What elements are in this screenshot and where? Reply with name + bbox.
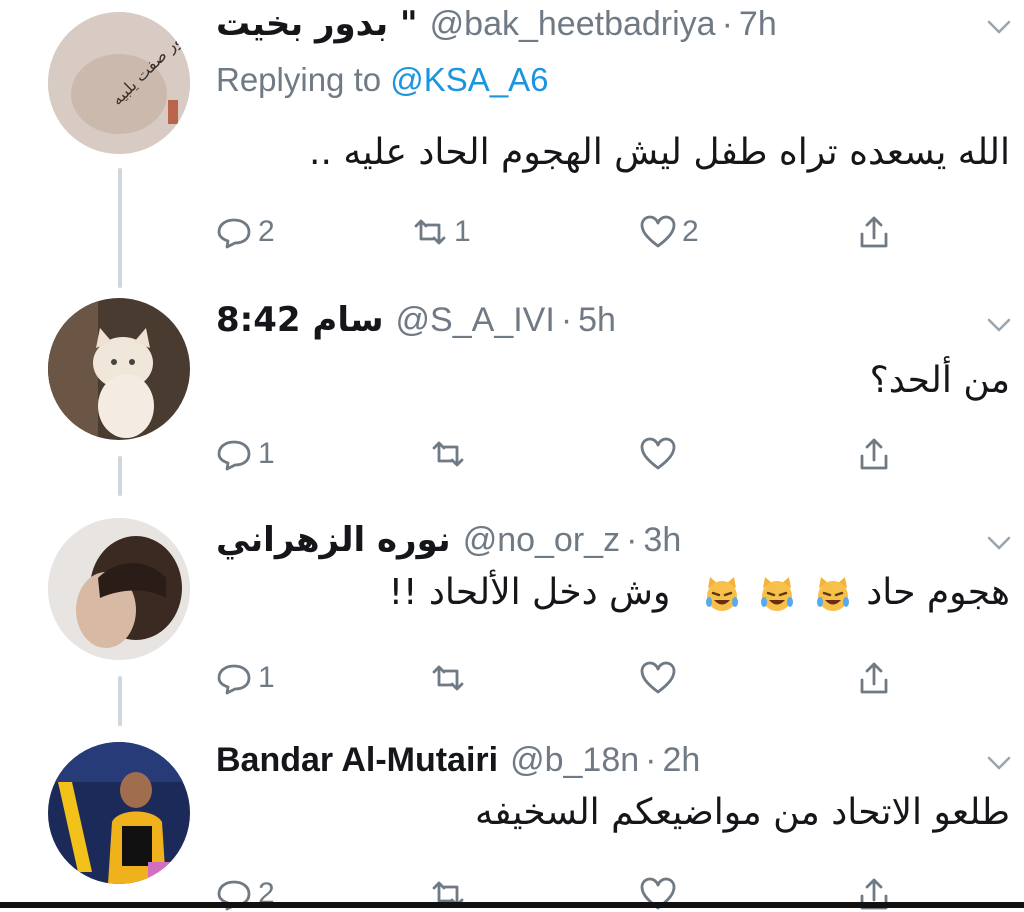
like-button[interactable]: 2 [638,210,699,254]
tweet-text: الله يسعده تراه طفل ليش الهجوم الحاد علي… [309,132,1010,173]
reply-count: 1 [258,437,275,470]
share-button[interactable] [854,656,894,700]
crying-laughing-cat-emoji [705,577,738,611]
crying-laughing-cat-emoji [761,577,794,611]
separator: · [721,5,733,43]
retweet-button[interactable] [428,432,472,476]
share-icon [860,438,888,470]
reply-count: 2 [258,215,275,248]
avatar-image [48,298,190,440]
heart-icon [640,215,676,248]
display-name[interactable]: نوره الزهراني [216,516,451,564]
username[interactable]: @S_A_IVI [396,296,555,344]
heart-icon [640,437,676,470]
replying-prefix: Replying to [216,61,382,98]
replying-to: Replying to @KSA_A6 [216,58,549,102]
avatar-image: بدور صفت يلبيه [48,12,190,154]
share-icon [860,662,888,694]
display-name[interactable]: بدور بخيت " [216,0,418,48]
tweet-text: من ألحد؟ [869,360,1010,401]
timestamp[interactable]: 5h [578,296,616,344]
tweet-actions: 2 1 2 [214,210,904,254]
tweet-text: هجوم حاد وش دخل الألحاد !! [216,568,1010,618]
separator: · [560,301,573,339]
bottom-edge [0,902,1024,908]
tweet-header: نوره الزهراني @no_or_z · 3h [216,516,964,564]
thread-line [118,456,122,496]
reply-icon [217,218,251,249]
like-button[interactable] [638,656,682,700]
reply-icon [217,664,251,695]
chevron-down-icon[interactable] [984,528,1014,558]
tweet-actions: 1 [214,656,904,700]
tweet-text-part: هجوم حاد [866,572,1010,613]
chevron-down-icon[interactable] [984,12,1014,42]
display-name[interactable]: سام 8:42 [216,296,384,344]
tweet-header: سام 8:42 @S_A_IVI · 5h [216,296,964,344]
reply-button[interactable]: 1 [214,432,275,476]
thread-line [118,168,122,288]
avatar[interactable] [48,518,190,660]
reply-button[interactable]: 2 [214,210,275,254]
avatar[interactable] [48,298,190,440]
retweet-icon [432,665,464,691]
retweet-button[interactable]: 1 [410,210,471,254]
reply-button[interactable]: 1 [214,656,275,700]
retweet-icon [432,441,464,467]
thread-line [118,676,122,726]
username[interactable]: @no_or_z [463,516,620,564]
timestamp[interactable]: 7h [739,0,777,48]
timestamp[interactable]: 3h [643,516,681,564]
replying-mention[interactable]: @KSA_A6 [390,61,548,98]
reply-count: 1 [258,661,275,694]
timestamp[interactable]: 2h [662,736,700,784]
separator: · [645,741,657,779]
tweet-text: طلعو الاتحاد من مواضيعكم السخيفه [474,792,1010,833]
retweet-button[interactable] [428,656,472,700]
tweet-text-part: وش دخل الألحاد !! [388,572,671,613]
heart-icon [640,661,676,694]
avatar[interactable]: بدور صفت يلبيه [48,12,190,154]
avatar[interactable] [48,742,190,884]
avatar-image [48,742,190,884]
avatar-image [48,518,190,660]
like-button[interactable] [638,432,682,476]
username[interactable]: @bak_heetbadriya [430,0,716,48]
share-button[interactable] [854,210,894,254]
display-name[interactable]: Bandar Al-Mutairi [216,736,498,784]
share-button[interactable] [854,432,894,476]
tweet-actions: 1 [214,432,904,476]
retweet-icon [414,219,446,245]
like-count: 2 [682,215,699,248]
tweet-header: Bandar Al-Mutairi @b_18n · 2h [216,736,964,784]
share-icon [860,216,888,248]
crying-laughing-cat-emoji [816,577,849,611]
retweet-count: 1 [454,215,471,248]
username[interactable]: @b_18n [510,736,639,784]
chevron-down-icon[interactable] [984,748,1014,778]
chevron-down-icon[interactable] [984,310,1014,340]
reply-icon [217,440,251,471]
tweet-header: بدور بخيت " @bak_heetbadriya · 7h [216,0,964,48]
separator: · [626,521,638,559]
